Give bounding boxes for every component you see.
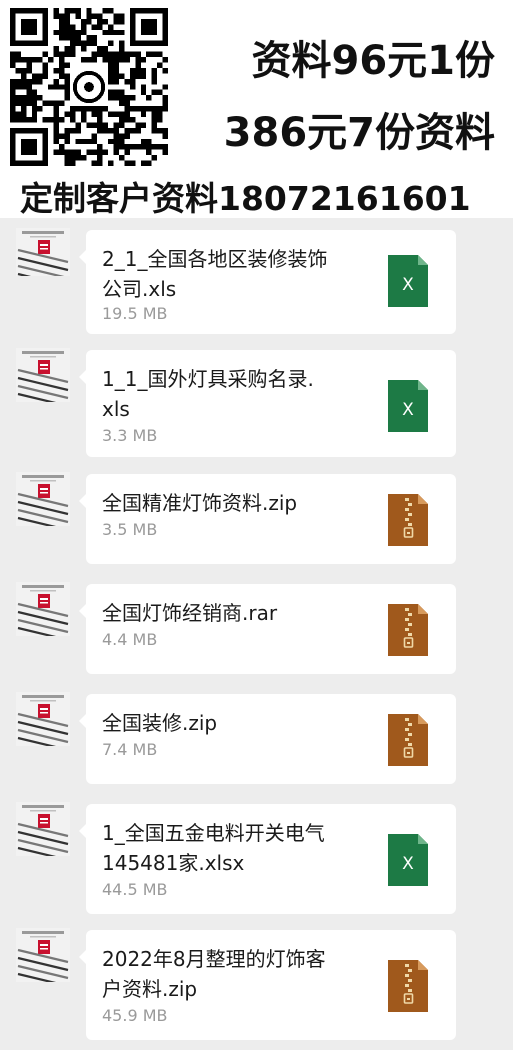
file-message-card[interactable]: 2022年8月整理的灯饰客 户资料.zip 45.9 MB xyxy=(79,930,456,1040)
file-size: 7.4 MB xyxy=(102,740,158,759)
svg-text:X: X xyxy=(402,400,414,420)
file-size: 44.5 MB xyxy=(102,880,168,899)
file-name: 全国装修.zip xyxy=(102,711,218,735)
excel-icon: X xyxy=(388,380,428,432)
avatar[interactable] xyxy=(16,348,70,402)
excel-icon: X xyxy=(388,834,428,886)
promo-banner: 资料96元1份 386元7份资料 定制客户资料18072161601 xyxy=(0,0,513,218)
file-message-card[interactable]: 1_1_国外灯具采购名录. xls 3.3 MB X xyxy=(79,350,456,457)
avatar[interactable] xyxy=(16,582,70,636)
zip-icon xyxy=(388,714,428,766)
avatar[interactable] xyxy=(16,228,70,276)
file-name: 2_1_全国各地区装修装饰 公司.xls xyxy=(102,247,328,301)
file-name: 全国灯饰经销商.rar xyxy=(102,601,278,625)
file-message-card[interactable]: 全国灯饰经销商.rar 4.4 MB xyxy=(79,584,456,674)
file-message-card[interactable]: 全国装修.zip 7.4 MB xyxy=(79,694,456,784)
zip-icon xyxy=(388,494,428,546)
avatar[interactable] xyxy=(16,472,70,526)
promo-contact: 定制客户资料18072161601 xyxy=(20,179,471,218)
zip-icon xyxy=(388,960,428,1012)
svg-text:X: X xyxy=(402,275,414,295)
promo-price-bundle: 386元7份资料 xyxy=(223,110,495,156)
file-name: 1_1_国外灯具采购名录. xls xyxy=(102,367,314,421)
file-size: 45.9 MB xyxy=(102,1006,168,1025)
file-name: 1_全国五金电料开关电气 145481家.xlsx xyxy=(102,821,325,875)
avatar[interactable] xyxy=(16,928,70,982)
zip-icon xyxy=(388,604,428,656)
promo-price-single: 资料96元1份 xyxy=(251,38,496,84)
svg-text:X: X xyxy=(402,854,414,874)
file-size: 3.5 MB xyxy=(102,520,158,539)
file-name: 全国精准灯饰资料.zip xyxy=(102,491,298,515)
file-message-card[interactable]: 全国精准灯饰资料.zip 3.5 MB xyxy=(79,474,456,564)
file-size: 3.3 MB xyxy=(102,426,158,445)
excel-icon: X xyxy=(388,255,428,307)
file-name: 2022年8月整理的灯饰客 户资料.zip xyxy=(102,947,326,1001)
qr-code xyxy=(10,8,168,166)
avatar[interactable] xyxy=(16,802,70,856)
file-size: 19.5 MB xyxy=(102,304,168,323)
file-size: 4.4 MB xyxy=(102,630,158,649)
file-message-card[interactable]: 2_1_全国各地区装修装饰 公司.xls 19.5 MB X xyxy=(79,230,456,334)
file-message-card[interactable]: 1_全国五金电料开关电气 145481家.xlsx 44.5 MB X xyxy=(79,804,456,914)
avatar[interactable] xyxy=(16,692,70,746)
